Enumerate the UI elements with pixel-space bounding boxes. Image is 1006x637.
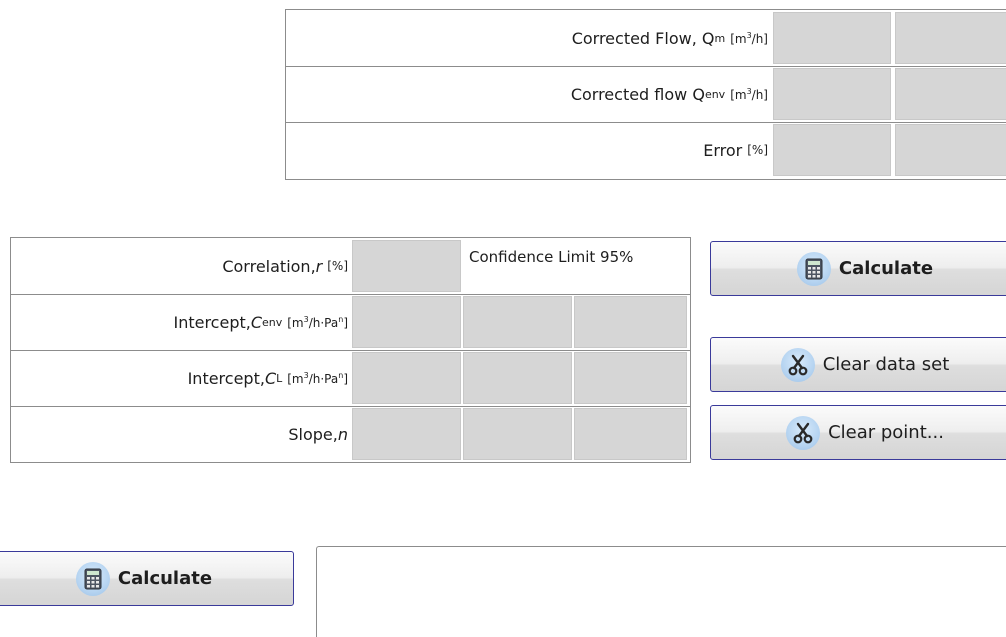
correlation-row: Correlation, r [%] Confidence Limit 95% <box>11 238 690 295</box>
calculator-icon <box>796 251 831 286</box>
unit-post: /h] <box>751 87 768 102</box>
corrected-flow-table: Corrected Flow, Qm [m3/h] Corrected flow… <box>285 9 1006 180</box>
error-label: Error [%] <box>286 122 768 178</box>
clear-point-button[interactable]: Clear point... <box>710 405 1006 460</box>
unit-pre: [m <box>730 87 747 102</box>
intercept-cl-row: Intercept, CL [m3/h·Pan] <box>11 350 690 407</box>
value-cell[interactable] <box>574 352 687 404</box>
label-text: Corrected flow Q <box>570 84 705 104</box>
calculate-bottom-button[interactable]: Calculate <box>0 551 294 606</box>
unit-pre: [m <box>730 31 747 46</box>
slope-row: Slope, n <box>11 406 690 462</box>
value-cell[interactable] <box>463 352 572 404</box>
value-cell[interactable] <box>773 124 891 176</box>
scissors-icon <box>786 415 821 450</box>
value-cell[interactable] <box>574 408 687 460</box>
value-cell[interactable] <box>352 352 461 404</box>
unit-label: [m3/h·Pan] <box>287 371 348 386</box>
label-text: Intercept, <box>187 368 265 388</box>
unit-mid: /h·Pa <box>308 371 339 386</box>
intercept-cenv-label: Intercept, Cenv [m3/h·Pan] <box>11 294 348 350</box>
unit-label: [%] <box>327 259 348 273</box>
unit-mid: /h·Pa <box>308 315 339 330</box>
error-row: Error [%] <box>286 122 1006 178</box>
clear-data-set-label: Clear data set <box>822 354 950 375</box>
label-text: Correlation, <box>222 256 316 276</box>
label-text: Error <box>703 140 743 160</box>
label-subscript: m <box>714 31 726 45</box>
unit-post: /h] <box>751 31 768 46</box>
label-subscript: env <box>704 87 726 101</box>
scissors-icon <box>780 347 815 382</box>
label-text: Corrected Flow, Q <box>571 28 715 48</box>
calculator-icon <box>75 561 110 596</box>
value-cell[interactable] <box>574 296 687 348</box>
label-variable: C <box>264 368 277 388</box>
label-subscript: env <box>262 315 283 329</box>
label-text: Intercept, <box>173 312 251 332</box>
value-cell[interactable] <box>352 408 461 460</box>
correlation-label: Correlation, r [%] <box>11 238 348 294</box>
value-cell[interactable] <box>895 124 1006 176</box>
clear-point-label: Clear point... <box>828 422 944 443</box>
intercept-cenv-row: Intercept, Cenv [m3/h·Pan] <box>11 294 690 351</box>
calculate-button[interactable]: Calculate <box>710 241 1006 296</box>
label-variable: r <box>315 256 323 276</box>
label-text: Slope, <box>288 424 338 444</box>
corrected-flow-qenv-label: Corrected flow Qenv [m3/h] <box>286 66 768 122</box>
value-cell[interactable] <box>773 68 891 120</box>
unit-post: ] <box>343 371 348 386</box>
results-panel <box>316 546 1006 637</box>
unit-label: [%] <box>747 143 768 157</box>
unit-label: [m3/h·Pan] <box>287 315 348 330</box>
intercept-cl-label: Intercept, CL [m3/h·Pan] <box>11 350 348 406</box>
value-cell[interactable] <box>352 240 461 292</box>
calculate-button-label: Calculate <box>838 258 934 279</box>
corrected-flow-qm-label: Corrected Flow, Qm [m3/h] <box>286 10 768 66</box>
value-cell[interactable] <box>895 12 1006 64</box>
value-cell[interactable] <box>463 296 572 348</box>
clear-data-set-button[interactable]: Clear data set <box>710 337 1006 392</box>
slope-label: Slope, n <box>11 406 348 462</box>
value-cell[interactable] <box>773 12 891 64</box>
value-cell[interactable] <box>463 408 572 460</box>
corrected-flow-qm-row: Corrected Flow, Qm [m3/h] <box>286 10 1006 67</box>
regression-results-table: Correlation, r [%] Confidence Limit 95% … <box>10 237 691 463</box>
unit-label: [m3/h] <box>730 87 768 102</box>
unit-pre: [m <box>287 315 304 330</box>
unit-label: [m3/h] <box>730 31 768 46</box>
label-variable: C <box>250 312 262 332</box>
value-cell[interactable] <box>352 296 461 348</box>
value-cell[interactable] <box>895 68 1006 120</box>
corrected-flow-qenv-row: Corrected flow Qenv [m3/h] <box>286 66 1006 123</box>
unit-pre: [m <box>287 371 304 386</box>
label-variable: n <box>337 424 348 444</box>
label-subscript: L <box>276 371 283 385</box>
confidence-limit-label: Confidence Limit 95% <box>469 248 634 266</box>
unit-post: ] <box>343 315 348 330</box>
calculate-bottom-label: Calculate <box>117 568 213 589</box>
